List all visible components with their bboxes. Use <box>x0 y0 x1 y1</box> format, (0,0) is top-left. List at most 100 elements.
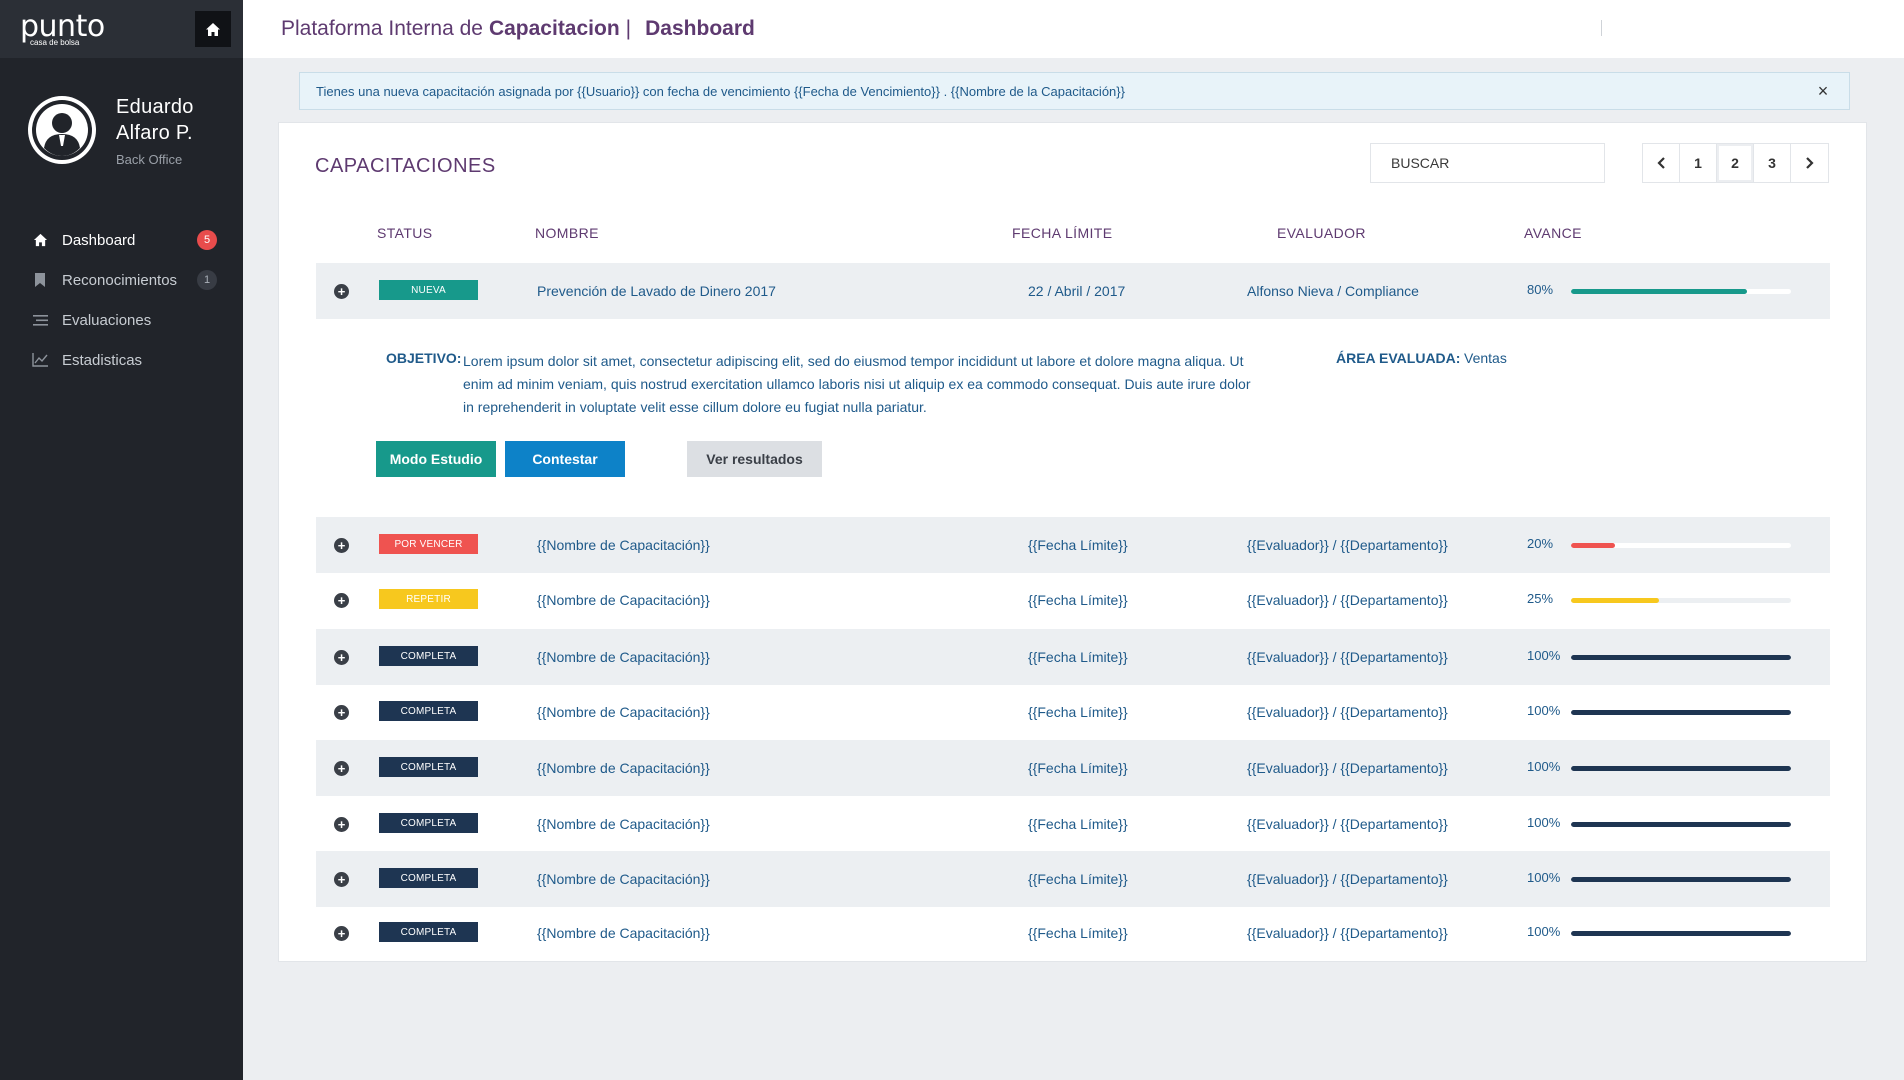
sidebar-item-estadisticas[interactable]: Estadisticas <box>0 340 243 380</box>
home-button[interactable] <box>195 11 231 47</box>
sidebar-item-reconocimientos[interactable]: Reconocimientos 1 <box>0 260 243 300</box>
status-badge: COMPLETA <box>379 922 478 942</box>
expand-plus-icon[interactable]: + <box>334 593 349 608</box>
contestar-button[interactable]: Contestar <box>505 441 625 477</box>
table-row[interactable]: + COMPLETA {{Nombre de Capacitación}} {{Fec… <box>316 629 1830 685</box>
sidebar-item-label: Dashboard <box>62 231 136 249</box>
expand-plus-icon[interactable]: + <box>334 817 349 832</box>
expand-plus-icon[interactable]: + <box>334 705 349 720</box>
training-name[interactable]: {{Nombre de Capacitación}} <box>537 537 710 553</box>
notification-badge: 5 <box>197 230 217 250</box>
pagination-page-1[interactable]: 1 <box>1680 144 1717 182</box>
progress-percent: 100% <box>1527 870 1561 885</box>
status-badge: COMPLETA <box>379 701 478 721</box>
expand-plus-icon[interactable]: + <box>334 761 349 776</box>
sidebar-item-dashboard[interactable]: Dashboard 5 <box>0 220 243 260</box>
training-name[interactable]: Prevención de Lavado de Dinero 2017 <box>537 283 776 299</box>
table-row[interactable]: + POR VENCER {{Nombre de Capacitación}} {{F… <box>316 517 1830 573</box>
progress-bar-fill <box>1571 543 1615 548</box>
status-badge: COMPLETA <box>379 868 478 888</box>
sidebar-item-evaluaciones[interactable]: Evaluaciones <box>0 300 243 340</box>
close-icon[interactable]: × <box>1813 81 1833 102</box>
progress-percent: 100% <box>1527 924 1561 939</box>
due-date: {{Fecha Límite}} <box>1028 649 1128 665</box>
evaluator: {{Evaluador}} / {{Departamento}} <box>1247 871 1448 887</box>
search-input[interactable] <box>1370 143 1605 183</box>
due-date: {{Fecha Límite}} <box>1028 592 1128 608</box>
training-name[interactable]: {{Nombre de Capacitación}} <box>537 816 710 832</box>
evaluator: {{Evaluador}} / {{Departamento}} <box>1247 816 1448 832</box>
progress-percent: 100% <box>1527 815 1561 830</box>
header-separator: | <box>625 17 632 40</box>
chevron-left-icon <box>1656 157 1665 169</box>
evaluator: {{Evaluador}} / {{Departamento}} <box>1247 704 1448 720</box>
progress-bar <box>1571 931 1791 936</box>
notification-alert: Tienes una nueva capacitación asignada p… <box>299 72 1850 110</box>
status-badge: NUEVA <box>379 280 478 300</box>
sidebar: punto casa de bolsa Eduardo Alfaro P. Ba… <box>0 0 243 1080</box>
header-title-app: Capacitacion <box>488 17 620 40</box>
table-row[interactable]: + NUEVA Prevención de Lavado de Dinero 201… <box>316 263 1830 319</box>
table-row[interactable]: + COMPLETA {{Nombre de Capacitación}} {{Fec… <box>316 684 1830 740</box>
table-row[interactable]: + COMPLETA {{Nombre de Capacitación}} {{Fec… <box>316 851 1830 907</box>
bookmark-icon <box>32 272 48 288</box>
column-header-avance[interactable]: AVANCE <box>1524 225 1582 241</box>
due-date: {{Fecha Límite}} <box>1028 925 1128 941</box>
progress-bar <box>1571 710 1791 715</box>
evaluator: {{Evaluador}} / {{Departamento}} <box>1247 592 1448 608</box>
expand-plus-icon[interactable]: + <box>334 284 349 299</box>
home-icon <box>32 232 48 248</box>
progress-bar-fill <box>1571 822 1791 827</box>
card-title: CAPACITACIONES <box>315 155 496 177</box>
column-header-nombre[interactable]: NOMBRE <box>535 225 599 241</box>
training-name[interactable]: {{Nombre de Capacitación}} <box>537 649 710 665</box>
due-date: {{Fecha Límite}} <box>1028 816 1128 832</box>
expand-plus-icon[interactable]: + <box>334 650 349 665</box>
pagination-page-2[interactable]: 2 <box>1717 144 1754 182</box>
pagination: 1 2 3 <box>1642 143 1829 183</box>
training-name[interactable]: {{Nombre de Capacitación}} <box>537 871 710 887</box>
pagination-next-button[interactable] <box>1791 144 1828 182</box>
expand-plus-icon[interactable]: + <box>334 926 349 941</box>
ver-resultados-button[interactable]: Ver resultados <box>687 441 822 477</box>
user-profile: Eduardo Alfaro P. Back Office <box>0 58 243 178</box>
training-name[interactable]: {{Nombre de Capacitación}} <box>537 592 710 608</box>
column-header-evaluador[interactable]: EVALUADOR <box>1277 225 1366 241</box>
progress-percent: 100% <box>1527 703 1561 718</box>
column-header-fecha[interactable]: FECHA LÍMITE <box>1012 225 1112 241</box>
evaluator: {{Evaluador}} / {{Departamento}} <box>1247 760 1448 776</box>
user-name-first: Eduardo <box>116 95 194 118</box>
progress-percent: 25% <box>1527 591 1554 606</box>
modo-estudio-button[interactable]: Modo Estudio <box>376 441 496 477</box>
training-name[interactable]: {{Nombre de Capacitación}} <box>537 704 710 720</box>
table-row[interactable]: + COMPLETA {{Nombre de Capacitación}} {{Fec… <box>316 740 1830 796</box>
pagination-page-3[interactable]: 3 <box>1754 144 1791 182</box>
expand-plus-icon[interactable]: + <box>334 538 349 553</box>
progress-bar-fill <box>1571 766 1791 771</box>
progress-bar <box>1571 655 1791 660</box>
page-title: Dashboard <box>645 17 755 40</box>
status-badge: REPETIR <box>379 589 478 609</box>
avatar[interactable] <box>28 96 96 164</box>
logo[interactable]: punto casa de bolsa <box>20 11 105 47</box>
due-date: {{Fecha Límite}} <box>1028 760 1128 776</box>
table-row[interactable]: + REPETIR {{Nombre de Capacitación}} {{Fech… <box>316 572 1830 628</box>
progress-bar-fill <box>1571 877 1791 882</box>
expand-plus-icon[interactable]: + <box>334 872 349 887</box>
sidebar-item-label: Estadisticas <box>62 351 143 369</box>
training-name[interactable]: {{Nombre de Capacitación}} <box>537 925 710 941</box>
column-header-status[interactable]: STATUS <box>377 225 433 241</box>
header-title-prefix: Plataforma Interna de <box>281 17 483 40</box>
list-icon <box>32 312 48 328</box>
top-bar: Plataforma Interna de Capacitacion | Das… <box>243 0 1904 58</box>
training-name[interactable]: {{Nombre de Capacitación}} <box>537 760 710 776</box>
progress-bar-fill <box>1571 710 1791 715</box>
status-badge: COMPLETA <box>379 813 478 833</box>
pagination-prev-button[interactable] <box>1643 144 1680 182</box>
capacitaciones-card: CAPACITACIONES 1 2 3 STATUS NOMBRE FECHA… <box>278 122 1867 962</box>
due-date: 22 / Abril / 2017 <box>1028 283 1126 299</box>
objetivo-label: OBJETIVO: <box>386 350 462 366</box>
table-row[interactable]: + COMPLETA {{Nombre de Capacitación}} {{Fec… <box>316 905 1830 961</box>
progress-bar <box>1571 877 1791 882</box>
table-row[interactable]: + COMPLETA {{Nombre de Capacitación}} {{Fec… <box>316 796 1830 852</box>
